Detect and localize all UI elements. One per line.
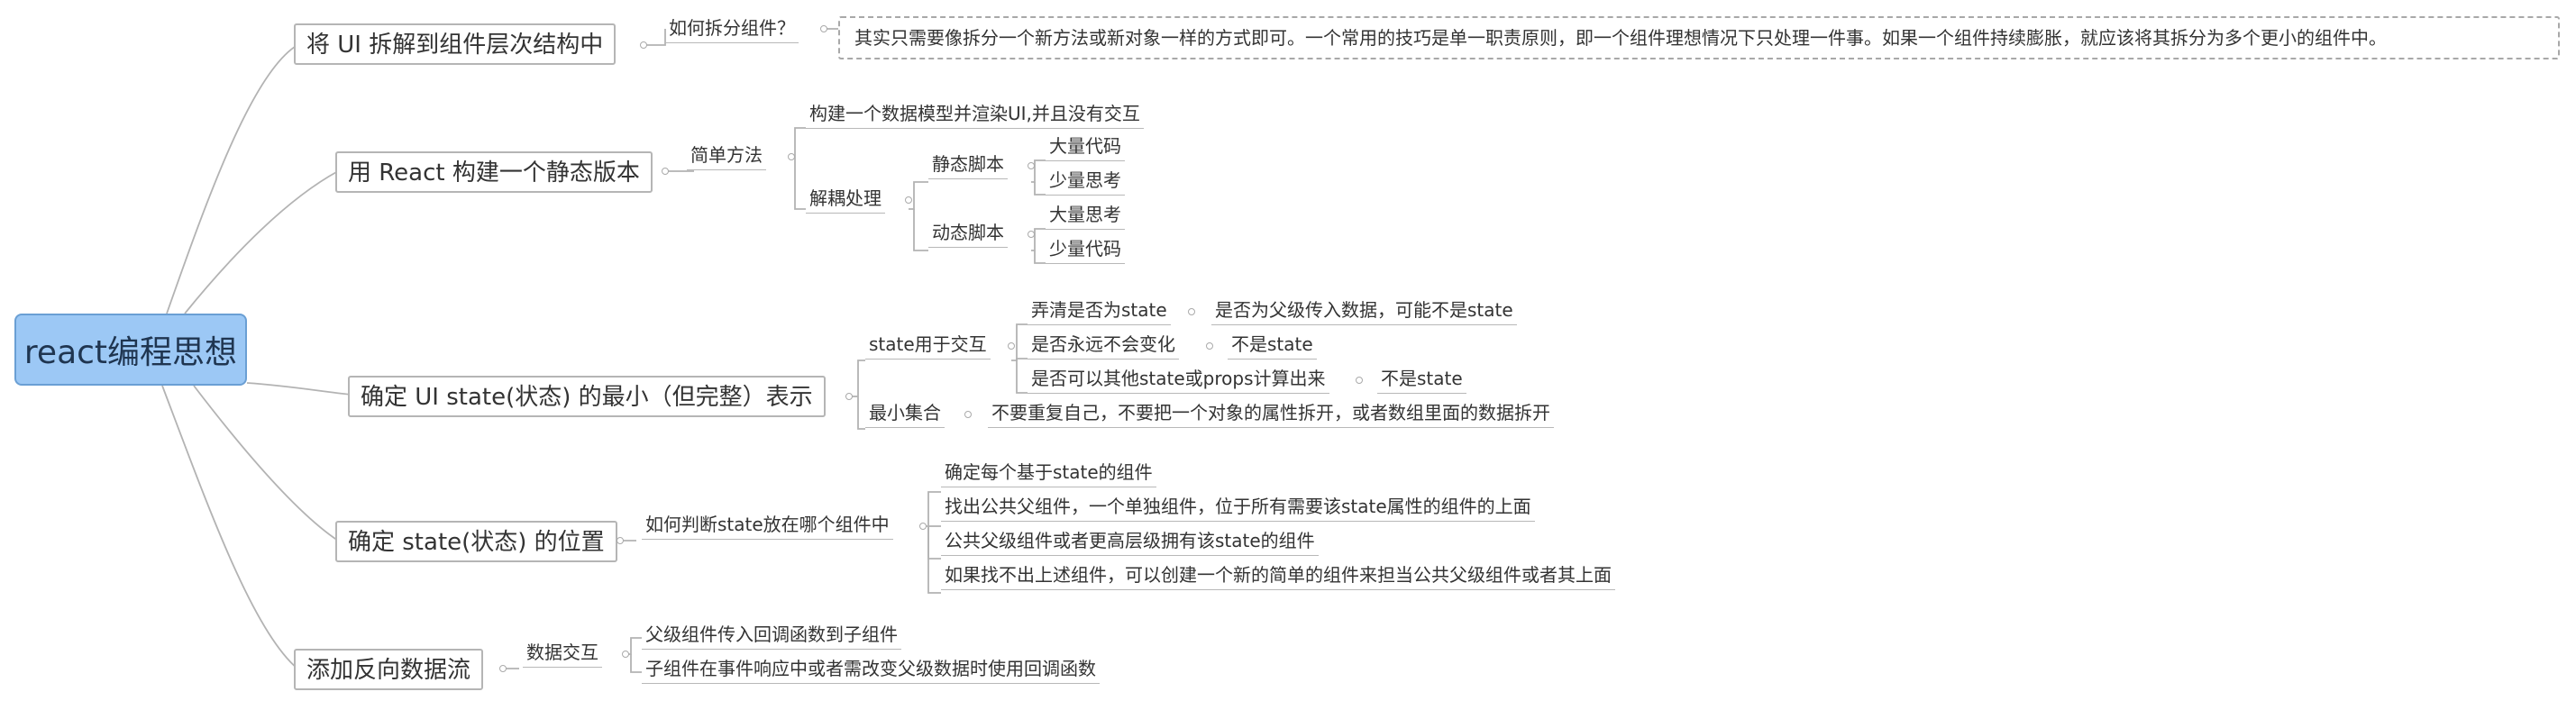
leaf-child-uses-callback[interactable]: 子组件在事件响应中或者需改变父级数据时使用回调函数	[642, 654, 1100, 684]
leaf-build-data-model[interactable]: 构建一个数据模型并渲染UI,并且没有交互	[806, 99, 1144, 129]
leaf-lots-of-code[interactable]: 大量代码	[1046, 132, 1125, 161]
leaf-find-common-parent[interactable]: 找出公共父组件，一个单独组件，位于所有需要该state属性的组件的上面	[941, 492, 1535, 522]
leaf-create-new-component[interactable]: 如果找不出上述组件，可以创建一个新的简单的组件来担当公共父级组件或者其上面	[941, 560, 1615, 590]
leaf-identify-components[interactable]: 确定每个基于state的组件	[941, 458, 1156, 487]
collapse-knob[interactable]	[1356, 377, 1363, 384]
collapse-knob[interactable]	[662, 168, 669, 175]
collapse-knob[interactable]	[1188, 308, 1195, 315]
collapse-knob[interactable]	[1008, 342, 1015, 350]
leaf-lots-of-thinking[interactable]: 大量思考	[1046, 200, 1125, 230]
collapse-knob[interactable]	[622, 651, 629, 658]
central-topic[interactable]: react编程思想	[14, 314, 247, 386]
topic-build-static-version[interactable]: 用 React 构建一个静态版本	[335, 151, 653, 193]
subtopic-simple-method[interactable]: 简单方法	[687, 141, 766, 170]
collapse-knob[interactable]	[617, 537, 624, 544]
topic-minimal-state[interactable]: 确定 UI state(状态) 的最小（但完整）表示	[348, 376, 826, 417]
collapse-knob[interactable]	[905, 196, 912, 204]
leaf-not-state-2[interactable]: 不是state	[1377, 364, 1466, 394]
topic-state-location[interactable]: 确定 state(状态) 的位置	[335, 521, 617, 562]
leaf-is-it-state[interactable]: 弄清是否为state	[1028, 296, 1171, 325]
leaf-static-script[interactable]: 静态脚本	[928, 150, 1008, 179]
subtopic-minimal-set[interactable]: 最小集合	[865, 398, 945, 428]
leaf-little-thinking[interactable]: 少量思考	[1046, 166, 1125, 196]
subtopic-state-for-interaction[interactable]: state用于交互	[865, 330, 991, 360]
collapse-knob[interactable]	[919, 523, 927, 530]
collapse-knob[interactable]	[964, 411, 972, 418]
collapse-knob[interactable]	[845, 393, 853, 400]
leaf-not-state-1[interactable]: 不是state	[1228, 330, 1317, 360]
collapse-knob[interactable]	[1028, 162, 1035, 169]
topic-inverse-data-flow[interactable]: 添加反向数据流	[294, 649, 484, 690]
collapse-knob[interactable]	[640, 41, 647, 49]
leaf-little-code[interactable]: 少量代码	[1046, 234, 1125, 264]
leaf-dont-repeat[interactable]: 不要重复自己，不要把一个对象的属性拆开，或者数组里面的数据拆开	[988, 398, 1554, 428]
collapse-knob[interactable]	[820, 25, 827, 32]
leaf-decouple[interactable]: 解耦处理	[806, 184, 885, 214]
leaf-dynamic-script[interactable]: 动态脚本	[928, 218, 1008, 248]
collapse-knob[interactable]	[1206, 342, 1213, 350]
collapse-knob[interactable]	[788, 153, 795, 160]
leaf-never-changes[interactable]: 是否永远不会变化	[1028, 330, 1179, 360]
leaf-passed-from-parent[interactable]: 是否为父级传入数据，可能不是state	[1211, 296, 1517, 325]
subtopic-where-state-lives[interactable]: 如何判断state放在哪个组件中	[642, 510, 893, 540]
collapse-knob[interactable]	[1028, 231, 1035, 238]
collapse-knob[interactable]	[499, 665, 507, 672]
note-split-explanation[interactable]: 其实只需要像拆分一个新方法或新对象一样的方式即可。一个常用的技巧是单一职责原则，…	[838, 16, 2560, 59]
leaf-pass-callback[interactable]: 父级组件传入回调函数到子组件	[642, 620, 901, 650]
subtopic-data-interaction[interactable]: 数据交互	[523, 638, 602, 668]
topic-break-ui-into-hierarchy[interactable]: 将 UI 拆解到组件层次结构中	[294, 23, 617, 65]
subtopic-how-to-split[interactable]: 如何拆分组件？	[665, 14, 799, 43]
leaf-computed-from-state[interactable]: 是否可以其他state或props计算出来	[1028, 364, 1329, 394]
leaf-common-parent-owns[interactable]: 公共父级组件或者更高层级拥有该state的组件	[941, 526, 1319, 556]
